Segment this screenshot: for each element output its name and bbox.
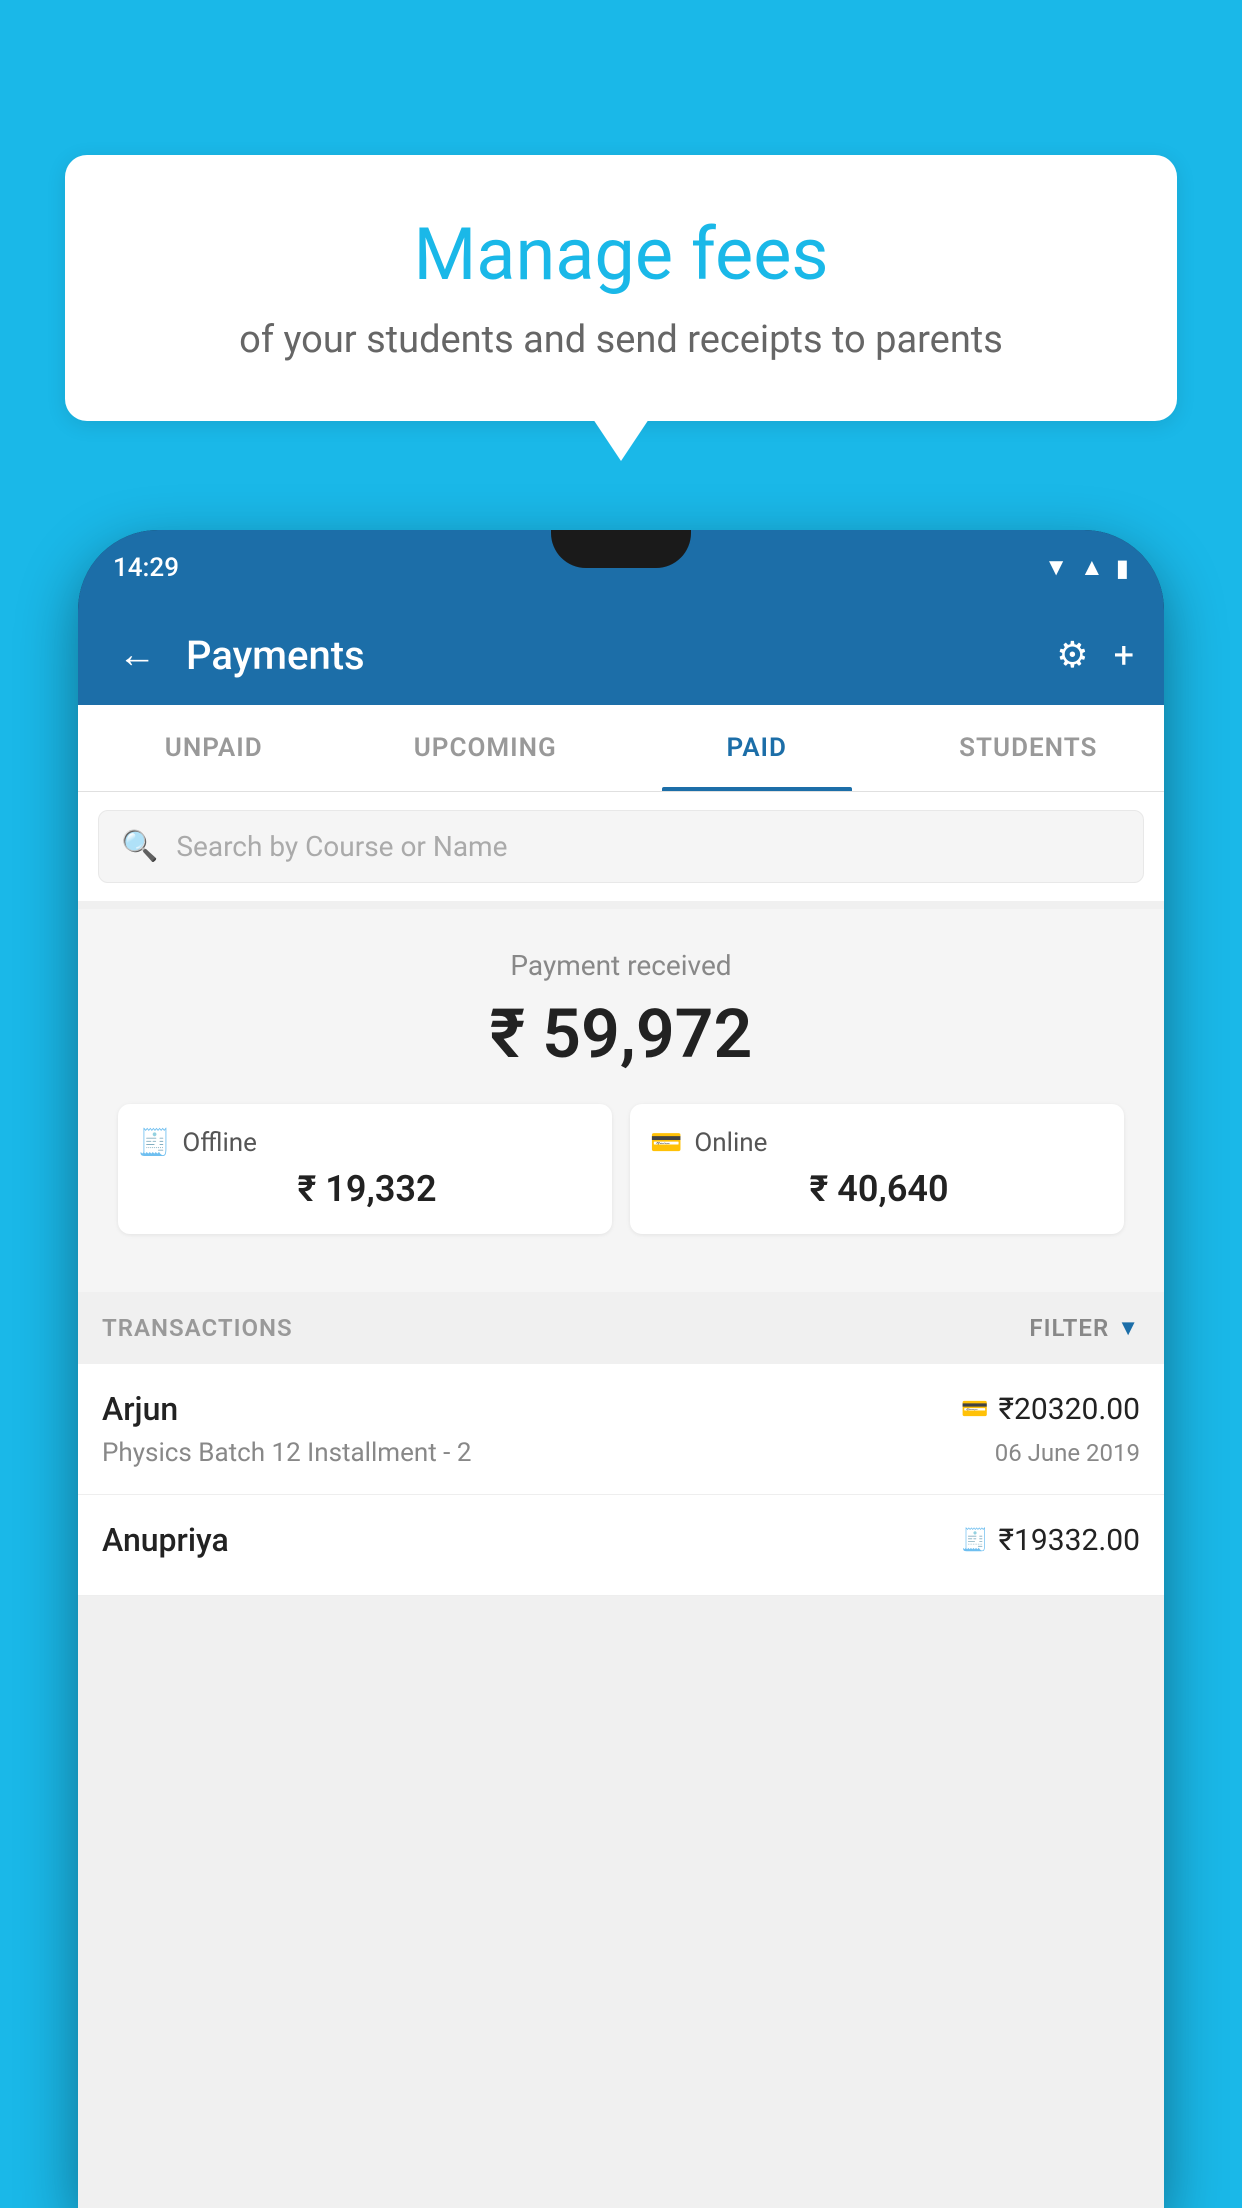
filter-icon: ▼	[1117, 1315, 1140, 1341]
payment-mode-icon: 💳	[961, 1397, 988, 1422]
payment-received-label: Payment received	[98, 949, 1144, 982]
search-placeholder: Search by Course or Name	[176, 830, 507, 863]
online-icon: 💳	[650, 1128, 682, 1158]
status-icons: ▼ ▲ ▮	[1044, 553, 1129, 582]
payment-summary: Payment received ₹ 59,972 🧾 Offline ₹ 19…	[78, 909, 1164, 1292]
transactions-header: TRANSACTIONS FILTER ▼	[78, 1292, 1164, 1364]
search-icon: 🔍	[121, 829, 158, 864]
phone-screen: UNPAID UPCOMING PAID STUDENTS 🔍 Search b…	[78, 705, 1164, 2208]
online-payment-card: 💳 Online ₹ 40,640	[630, 1104, 1124, 1234]
bubble-title: Manage fees	[115, 215, 1127, 294]
transaction-row[interactable]: Arjun 💳 ₹20320.00 Physics Batch 12 Insta…	[78, 1364, 1164, 1495]
student-name: Anupriya	[102, 1521, 229, 1559]
payment-total-amount: ₹ 59,972	[98, 994, 1144, 1074]
battery-icon: ▮	[1116, 554, 1129, 582]
offline-amount: ₹ 19,332	[138, 1168, 592, 1210]
course-info: Physics Batch 12 Installment - 2	[102, 1438, 471, 1468]
online-label: Online	[694, 1128, 767, 1158]
amount-row: 🧾 ₹19332.00	[961, 1523, 1140, 1558]
filter-label: FILTER	[1029, 1314, 1109, 1342]
filter-button[interactable]: FILTER ▼	[1029, 1314, 1140, 1342]
status-bar: 14:29 ▼ ▲ ▮	[78, 530, 1164, 605]
status-time: 14:29	[113, 553, 179, 583]
student-name: Arjun	[102, 1390, 178, 1428]
search-container: 🔍 Search by Course or Name	[78, 792, 1164, 901]
offline-card-header: 🧾 Offline	[138, 1128, 592, 1158]
transaction-bottom: Physics Batch 12 Installment - 2 06 June…	[102, 1438, 1140, 1468]
search-bar[interactable]: 🔍 Search by Course or Name	[98, 810, 1144, 883]
payment-cards: 🧾 Offline ₹ 19,332 💳 Online ₹ 40,640	[98, 1104, 1144, 1262]
tab-unpaid[interactable]: UNPAID	[78, 705, 350, 791]
transaction-top: Anupriya 🧾 ₹19332.00	[102, 1521, 1140, 1559]
offline-payment-card: 🧾 Offline ₹ 19,332	[118, 1104, 612, 1234]
transaction-amount: ₹20320.00	[999, 1392, 1140, 1427]
amount-row: 💳 ₹20320.00	[961, 1392, 1140, 1427]
transactions-label: TRANSACTIONS	[102, 1314, 293, 1342]
signal-icon: ▲	[1080, 553, 1104, 582]
tab-paid[interactable]: PAID	[621, 705, 893, 791]
transaction-row[interactable]: Anupriya 🧾 ₹19332.00	[78, 1495, 1164, 1596]
online-amount: ₹ 40,640	[650, 1168, 1104, 1210]
back-button[interactable]: ←	[108, 623, 166, 687]
online-card-header: 💳 Online	[650, 1128, 1104, 1158]
tab-students[interactable]: STUDENTS	[893, 705, 1165, 791]
app-bar-actions: ⚙ +	[1056, 634, 1134, 676]
bubble-subtitle: of your students and send receipts to pa…	[115, 316, 1127, 365]
add-icon[interactable]: +	[1114, 634, 1134, 676]
phone-frame: 14:29 ▼ ▲ ▮ ← Payments ⚙ + UNPAID UPCOMI…	[78, 530, 1164, 2208]
wifi-icon: ▼	[1044, 553, 1068, 582]
tabs-bar: UNPAID UPCOMING PAID STUDENTS	[78, 705, 1164, 792]
offline-label: Offline	[182, 1128, 257, 1158]
offline-icon: 🧾	[138, 1128, 170, 1158]
transaction-top: Arjun 💳 ₹20320.00	[102, 1390, 1140, 1428]
tab-upcoming[interactable]: UPCOMING	[350, 705, 622, 791]
app-bar: ← Payments ⚙ +	[78, 605, 1164, 705]
transaction-date: 06 June 2019	[995, 1439, 1140, 1467]
settings-icon[interactable]: ⚙	[1056, 634, 1088, 676]
app-bar-title: Payments	[186, 632, 1036, 679]
transaction-amount: ₹19332.00	[999, 1523, 1140, 1558]
payment-mode-icon: 🧾	[961, 1528, 988, 1553]
notch	[551, 530, 691, 568]
speech-bubble: Manage fees of your students and send re…	[65, 155, 1177, 421]
